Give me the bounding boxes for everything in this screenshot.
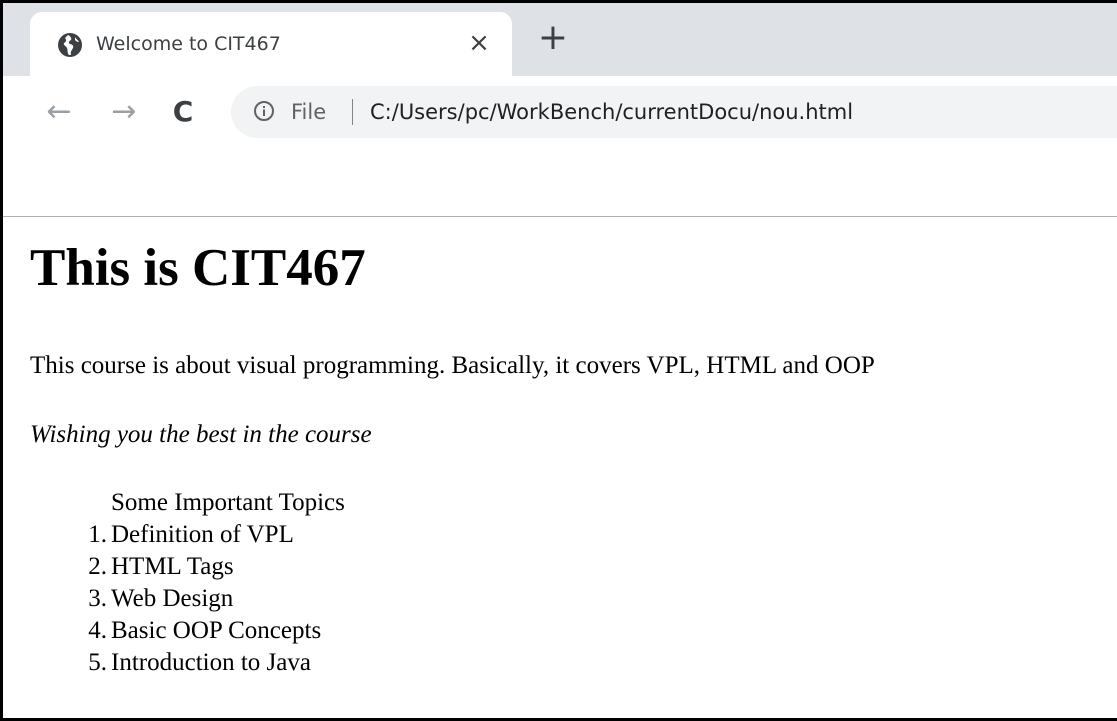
list-item-number: 3. bbox=[88, 585, 107, 612]
back-button[interactable]: ← bbox=[39, 92, 79, 132]
address-separator bbox=[352, 99, 353, 125]
scheme-label: File bbox=[291, 100, 327, 124]
list-item-number: 2. bbox=[88, 553, 107, 580]
list-item-label: HTML Tags bbox=[111, 553, 234, 580]
address-bar[interactable]: File C:/Users/pc/WorkBench/currentDocu/n… bbox=[231, 86, 1117, 138]
list-item-label: Definition of VPL bbox=[111, 521, 294, 548]
list-item-number: 4. bbox=[88, 617, 107, 644]
intro-paragraph: This course is about visual programming.… bbox=[30, 352, 875, 379]
list-item-label: Web Design bbox=[111, 585, 234, 612]
toolbar-divider bbox=[3, 216, 1117, 217]
tab-title: Welcome to CIT467 bbox=[96, 33, 281, 55]
list-item-number: 5. bbox=[88, 649, 107, 676]
reload-button[interactable]: C bbox=[163, 92, 203, 132]
toolbar: ← → C File C:/Users/pc/WorkBench/current… bbox=[3, 76, 1117, 148]
tab-active[interactable]: Welcome to CIT467 × bbox=[30, 12, 512, 78]
list-caption: Some Important Topics bbox=[111, 489, 345, 516]
close-icon[interactable]: × bbox=[464, 28, 494, 58]
list-item-label: Basic OOP Concepts bbox=[111, 617, 322, 644]
new-tab-button[interactable]: + bbox=[535, 20, 571, 57]
wish-paragraph: Wishing you the best in the course bbox=[30, 421, 372, 448]
forward-button[interactable]: → bbox=[104, 92, 144, 132]
browser-window: Welcome to CIT467 × + ← → C File C:/User… bbox=[0, 0, 1117, 721]
list-item-number: 1. bbox=[88, 521, 107, 548]
url-text[interactable]: C:/Users/pc/WorkBench/currentDocu/nou.ht… bbox=[370, 97, 853, 127]
list-item-label: Introduction to Java bbox=[111, 649, 311, 676]
globe-icon bbox=[58, 33, 82, 57]
info-icon[interactable] bbox=[253, 100, 275, 122]
page-heading: This is CIT467 bbox=[30, 239, 366, 297]
tab-strip: Welcome to CIT467 × + bbox=[3, 3, 1117, 78]
